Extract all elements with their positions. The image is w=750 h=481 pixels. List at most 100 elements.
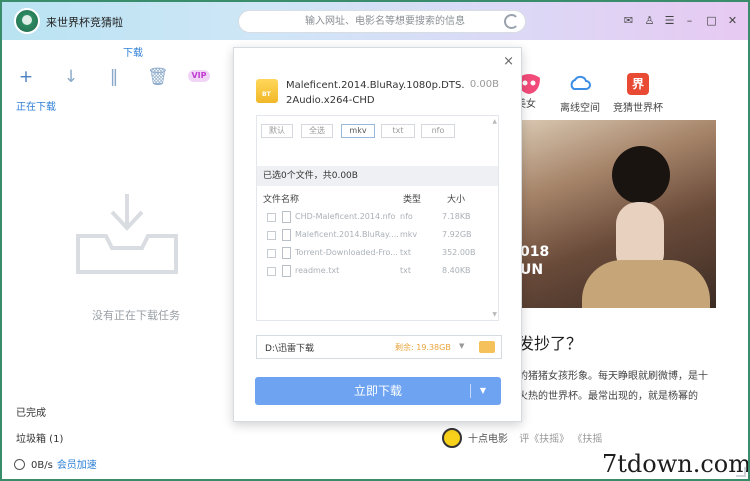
file-type: mkv — [400, 230, 418, 239]
skin-icon[interactable]: ♙ — [643, 14, 656, 27]
file-checkbox[interactable] — [267, 231, 276, 240]
refresh-icon[interactable] — [504, 14, 519, 29]
file-row[interactable]: Maleficent.2014.BluRay.... mkv 7.92GB — [257, 227, 498, 245]
nav-item-world-cup[interactable]: 界 竞猜世界杯 — [608, 73, 668, 114]
app-title[interactable]: 来世界杯竞猜啦 — [46, 14, 123, 30]
filter-select-all[interactable]: 全选 — [301, 124, 333, 138]
address-bar[interactable] — [238, 10, 526, 33]
sidebar-item-trash[interactable]: 垃圾箱 (1) — [16, 430, 63, 445]
file-checkbox[interactable] — [267, 213, 276, 222]
empty-inbox-icon — [76, 194, 178, 274]
nav-item-offline-space[interactable]: 离线空间 — [550, 73, 610, 114]
file-icon — [282, 211, 291, 223]
file-type: nfo — [400, 212, 413, 221]
dialog-close-icon[interactable]: × — [503, 55, 514, 68]
save-path-text: D:\迅雷下载 — [265, 344, 314, 354]
clock-icon — [14, 459, 25, 470]
article-headline[interactable]: 发抄了？ — [518, 330, 582, 354]
mail-icon[interactable]: ✉ — [622, 14, 635, 27]
download-now-button[interactable]: 立即下载 ▼ — [255, 377, 501, 405]
file-checkbox[interactable] — [267, 249, 276, 258]
file-row[interactable]: CHD-Maleficent.2014.nfo nfo 7.18KB — [257, 209, 498, 227]
app-logo-icon — [14, 8, 40, 34]
file-icon — [282, 229, 291, 241]
source-tags[interactable]: 评《扶摇》 《扶摇 — [519, 434, 602, 445]
filter-nfo[interactable]: nfo — [421, 124, 455, 138]
resize-grip-icon[interactable] — [736, 467, 746, 477]
watermark: 7tdown.com — [602, 450, 748, 478]
poster-image[interactable] — [520, 120, 716, 308]
file-name: CHD-Maleficent.2014.nfo — [295, 212, 396, 221]
scroll-up-icon[interactable]: ▲ — [492, 118, 497, 125]
sidebar-item-completed[interactable]: 已完成 — [16, 404, 46, 419]
download-arrow-icon[interactable]: ↓ — [62, 68, 80, 86]
download-options-chevron-icon[interactable]: ▼ — [475, 377, 491, 405]
menu-icon[interactable]: ☰ — [663, 14, 676, 27]
file-size: 7.18KB — [442, 212, 471, 221]
column-name[interactable]: 文件名称 — [263, 192, 299, 205]
filter-default[interactable]: 默认 — [261, 124, 293, 138]
button-divider — [470, 384, 471, 398]
filter-txt[interactable]: txt — [381, 124, 415, 138]
vip-badge[interactable]: VIP — [188, 70, 210, 82]
column-size[interactable]: 大小 — [447, 192, 465, 205]
selection-summary: 已选0个文件，共0.00B — [257, 166, 498, 186]
download-now-label: 立即下载 — [353, 384, 402, 398]
poster-year-text: 018 — [520, 244, 550, 260]
pause-icon[interactable]: ‖ — [105, 68, 123, 86]
file-name: Maleficent.2014.BluRay.... — [295, 230, 399, 239]
app-window: 来世界杯竞猜啦 ‹ › ✉ ♙ ☰ – □ ✕ 下载 + ↓ ‖ 🗑 VIP 正… — [2, 2, 748, 479]
file-list-panel: 默认 全选 mkv txt nfo 已选0个文件，共0.00B 文件名称 类型 … — [256, 115, 499, 321]
poster-figure — [612, 146, 670, 204]
snippet-line: 的猪猪女孩形象。每天睁眼就刷微博，是十 — [518, 371, 708, 382]
browse-folder-icon[interactable] — [479, 341, 495, 353]
file-row[interactable]: readme.txt txt 8.40KB — [257, 263, 498, 281]
file-name: readme.txt — [295, 266, 340, 275]
add-task-icon[interactable]: + — [17, 68, 35, 86]
file-size: 352.00B — [442, 248, 476, 257]
task-file-size: 0.00B — [469, 79, 499, 90]
maximize-icon[interactable]: □ — [705, 14, 718, 27]
world-cup-icon: 界 — [627, 73, 649, 95]
poster-month-text: UN — [520, 262, 544, 278]
task-file-name: Maleficent.2014.BluRay.1080p.DTS.2Audio.… — [286, 80, 465, 106]
cloud-icon — [570, 75, 591, 90]
nav-item-label: 竞猜世界杯 — [613, 103, 663, 114]
delete-icon[interactable]: 🗑 — [147, 68, 169, 86]
scroll-down-icon[interactable]: ▼ — [492, 311, 497, 318]
close-icon[interactable]: ✕ — [726, 14, 739, 27]
bt-folder-icon — [256, 79, 278, 103]
article-snippet: 的猪猪女孩形象。每天睁眼就刷微博，是十 火热的世界杯。最常出现的，就是杨幂的 — [518, 367, 718, 407]
empty-state-text: 没有正在下载任务 — [92, 309, 180, 322]
file-icon — [282, 265, 291, 277]
tab-download[interactable]: 下载 — [123, 44, 143, 59]
speed-row: 0B/s 会员加速 — [14, 456, 97, 471]
source-name[interactable]: 十点电影 — [468, 434, 508, 445]
file-name: Torrent-Downloaded-Fro... — [295, 248, 398, 257]
new-task-dialog: × Maleficent.2014.BluRay.1080p.DTS.2Audi… — [233, 47, 522, 422]
source-logo-icon — [442, 428, 462, 448]
download-sidebar: 下载 + ↓ ‖ 🗑 VIP 正在下载 没有正在下载任务 已完成 垃圾箱 (1)… — [2, 40, 230, 479]
column-type[interactable]: 类型 — [403, 192, 421, 205]
snippet-line: 火热的世界杯。最常出现的，就是杨幂的 — [518, 391, 698, 402]
file-row[interactable]: Torrent-Downloaded-Fro... txt 352.00B — [257, 245, 498, 263]
save-path-select[interactable]: D:\迅雷下载 剩余: 19.38GB ▼ — [256, 335, 502, 359]
chevron-down-icon[interactable]: ▼ — [459, 342, 464, 350]
minimize-icon[interactable]: – — [683, 14, 696, 27]
sidebar-item-downloading[interactable]: 正在下载 — [16, 98, 56, 113]
file-type: txt — [400, 266, 412, 275]
filter-mkv[interactable]: mkv — [341, 124, 375, 138]
file-type: txt — [400, 248, 412, 257]
accelerate-link[interactable]: 会员加速 — [57, 460, 97, 471]
address-input[interactable] — [305, 14, 495, 29]
article-source: 十点电影 评《扶摇》 《扶摇 — [442, 428, 602, 448]
title-bar: 来世界杯竞猜啦 ‹ › ✉ ♙ ☰ – □ ✕ — [2, 2, 748, 40]
file-size: 7.92GB — [442, 230, 472, 239]
speed-value: 0B/s — [31, 460, 53, 471]
file-icon — [282, 247, 291, 259]
file-filter-bar: 默认 全选 mkv txt nfo — [261, 124, 491, 138]
poster-robe — [582, 260, 710, 308]
file-checkbox[interactable] — [267, 267, 276, 276]
nav-item-label: 离线空间 — [560, 103, 600, 114]
free-space-text: 剩余: 19.38GB — [395, 343, 451, 352]
